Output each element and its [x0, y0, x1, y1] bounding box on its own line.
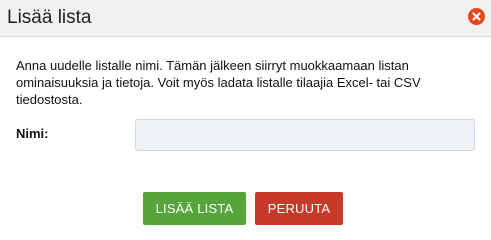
dialog-description: Anna uudelle listalle nimi. Tämän jälkee…: [16, 58, 421, 107]
cancel-button[interactable]: PERUUTA: [255, 192, 343, 225]
name-label: Nimi:: [16, 126, 49, 141]
list-name-input[interactable]: [135, 119, 475, 151]
add-list-dialog: Lisää lista Anna uudelle listalle nimi. …: [0, 0, 491, 235]
add-list-button[interactable]: LISÄÄ LISTA: [143, 192, 246, 225]
close-icon[interactable]: [468, 8, 485, 25]
dialog-titlebar: Lisää lista: [0, 0, 491, 37]
dialog-title: Lisää lista: [7, 7, 92, 28]
